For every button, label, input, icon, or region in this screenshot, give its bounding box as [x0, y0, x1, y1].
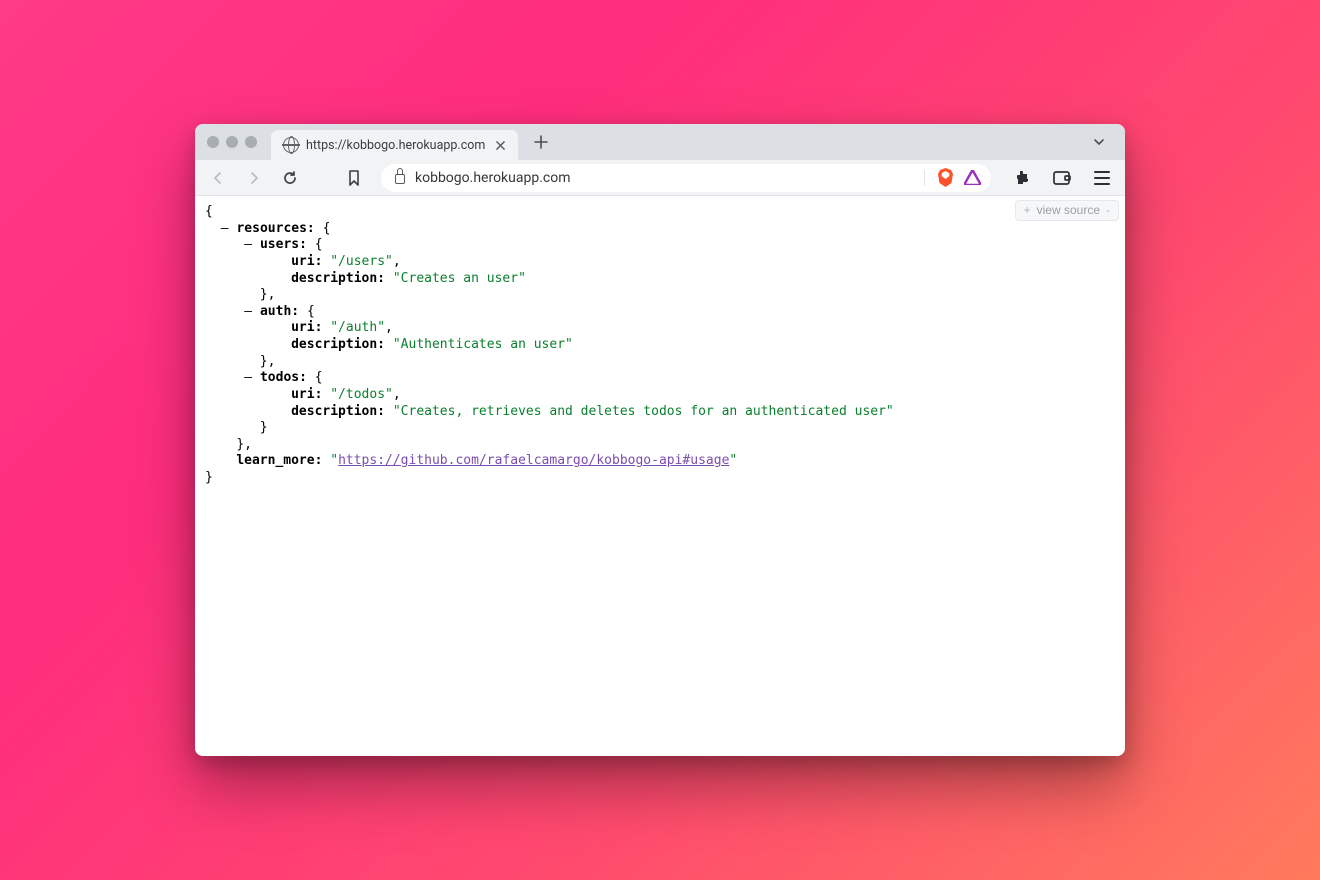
address-bar[interactable]: kobbogo.herokuapp.com [381, 164, 991, 192]
json-string: "/users" [330, 254, 393, 269]
json-key: description: [291, 404, 385, 419]
json-key: uri: [291, 387, 322, 402]
json-key: resources: [236, 221, 314, 236]
extensions-button[interactable] [1009, 165, 1035, 191]
vs-plus: + [1024, 203, 1031, 218]
window-maximize-dot[interactable] [245, 136, 257, 148]
brave-shield-icon[interactable] [937, 168, 954, 187]
bookmark-button[interactable] [341, 165, 367, 191]
window-controls [207, 136, 257, 148]
view-source-toggle[interactable]: + view source - [1015, 200, 1119, 221]
json-key: uri: [291, 254, 322, 269]
globe-icon [283, 137, 299, 153]
window-close-dot[interactable] [207, 136, 219, 148]
brave-rewards-icon[interactable] [964, 170, 981, 185]
extension-badges [924, 168, 981, 187]
tab-title: https://kobbogo.herokuapp.com [306, 138, 485, 153]
json-output: { – resources: { – users: { uri: "/users… [205, 204, 1115, 487]
json-string: "Creates, retrieves and deletes todos fo… [393, 404, 894, 419]
page-content: + view source - { – resources: { – users… [195, 196, 1125, 756]
wallet-button[interactable] [1049, 165, 1075, 191]
url-text: kobbogo.herokuapp.com [415, 170, 570, 186]
tabs-dropdown-icon[interactable] [1087, 129, 1111, 156]
json-string: "Creates an user" [393, 271, 526, 286]
json-key: uri: [291, 320, 322, 335]
back-button[interactable] [205, 165, 231, 191]
json-key: auth: [260, 304, 299, 319]
collapse-icon[interactable]: – [244, 304, 252, 321]
toolbar: kobbogo.herokuapp.com [195, 160, 1125, 196]
view-source-label: view source [1037, 203, 1100, 218]
window-minimize-dot[interactable] [226, 136, 238, 148]
reload-button[interactable] [277, 165, 303, 191]
json-key: learn_more: [236, 453, 322, 468]
json-key: todos: [260, 370, 307, 385]
tab-bar: https://kobbogo.herokuapp.com [195, 124, 1125, 160]
browser-window: https://kobbogo.herokuapp.com kobbogo.he… [195, 124, 1125, 756]
browser-tab[interactable]: https://kobbogo.herokuapp.com [271, 130, 518, 160]
collapse-icon[interactable]: – [221, 221, 229, 238]
lock-icon [395, 174, 405, 184]
collapse-icon[interactable]: – [244, 237, 252, 254]
menu-button[interactable] [1089, 165, 1115, 191]
toolbar-right [1009, 165, 1115, 191]
json-string: "/todos" [330, 387, 393, 402]
json-key: users: [260, 237, 307, 252]
learn-more-link[interactable]: https://github.com/rafaelcamargo/kobbogo… [338, 453, 729, 468]
json-key: description: [291, 271, 385, 286]
vs-minus: - [1106, 203, 1110, 218]
json-string: "Authenticates an user" [393, 337, 573, 352]
close-tab-icon[interactable] [492, 137, 508, 153]
json-string: "/auth" [330, 320, 385, 335]
forward-button[interactable] [241, 165, 267, 191]
json-key: description: [291, 337, 385, 352]
collapse-icon[interactable]: – [244, 370, 252, 387]
new-tab-button[interactable] [528, 129, 554, 155]
